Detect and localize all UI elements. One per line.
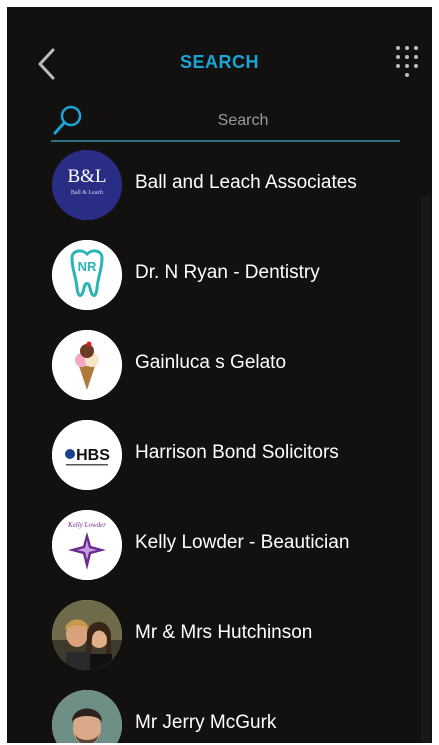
header: SEARCH <box>7 7 432 142</box>
menu-button[interactable] <box>393 43 423 83</box>
hbs-logo-icon: HBS <box>52 420 122 490</box>
avatar <box>52 690 122 743</box>
avatar: Kelly Lowder <box>52 510 122 580</box>
logo-text: NR <box>78 259 97 274</box>
grid-dots-icon <box>396 46 418 77</box>
search-underline <box>51 140 400 142</box>
list-item-label: Mr & Mrs Hutchinson <box>135 622 313 643</box>
sparkle-logo-icon: Kelly Lowder <box>52 510 122 580</box>
page-title: SEARCH <box>179 52 259 72</box>
list-item[interactable]: NR Dr. N Ryan - Dentistry <box>7 237 421 327</box>
list-item[interactable]: Mr Jerry McGurk <box>7 687 421 743</box>
couple-photo-icon <box>52 600 122 670</box>
list-item-label: Kelly Lowder - Beautician <box>135 532 350 553</box>
avatar: HBS <box>52 420 122 490</box>
list-item-label: Mr Jerry McGurk <box>135 712 277 733</box>
list-item[interactable]: Kelly Lowder Kelly Lowder - Beautician <box>7 507 421 597</box>
avatar: NR <box>52 240 122 310</box>
avatar: B&L Ball & Leach <box>52 150 122 220</box>
man-photo-icon <box>52 690 122 743</box>
ball-leach-logo-icon: B&L Ball & Leach <box>52 150 122 220</box>
search-input[interactable] <box>91 107 395 135</box>
list-item[interactable]: HBS Harrison Bond Solicitors <box>7 417 421 507</box>
list-item-label: Ball and Leach Associates <box>135 172 357 193</box>
logo-text: Kelly Lowder <box>67 521 106 529</box>
scrollbar[interactable] <box>421 197 431 743</box>
ice-cream-icon <box>52 330 122 400</box>
logo-text: B&L <box>67 166 106 187</box>
list-item-label: Harrison Bond Solicitors <box>135 442 339 463</box>
avatar <box>52 330 122 400</box>
list-item-label: Dr. N Ryan - Dentistry <box>135 262 320 283</box>
avatar <box>52 600 122 670</box>
app-screen: SEARCH Search B&L Ball & Leach Ball and … <box>7 7 432 743</box>
search-icon[interactable] <box>51 103 85 137</box>
tooth-logo-icon: NR <box>52 240 122 310</box>
list-item[interactable]: Gainluca s Gelato <box>7 327 421 417</box>
list-item-label: Gainluca s Gelato <box>135 352 287 373</box>
list-item[interactable]: B&L Ball & Leach Ball and Leach Associat… <box>7 147 421 237</box>
logo-text: HBS <box>76 447 110 464</box>
list-item[interactable]: Mr & Mrs Hutchinson <box>7 597 421 687</box>
search-bar <box>51 103 400 143</box>
logo-subtext: Ball & Leach <box>71 190 103 196</box>
